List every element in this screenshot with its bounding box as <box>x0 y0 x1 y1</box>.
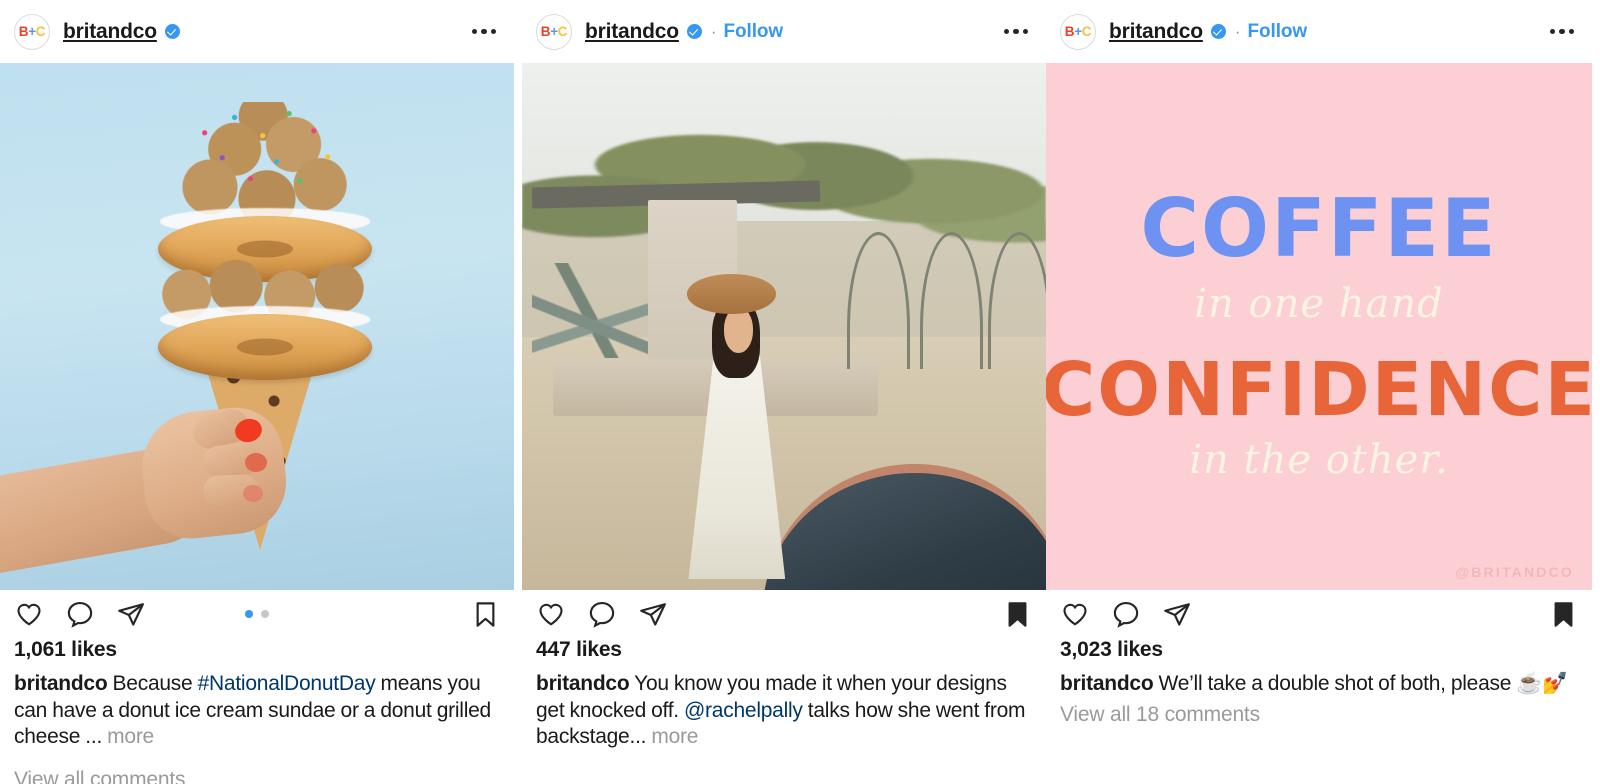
share-icon[interactable] <box>116 599 146 629</box>
avatar-logo-text: B+C <box>541 25 568 39</box>
post-username[interactable]: britandco <box>585 20 679 44</box>
post-caption: britandco You know you made it when your… <box>536 671 1032 751</box>
post-image[interactable] <box>522 63 1046 590</box>
avatar-plus: + <box>1074 23 1082 39</box>
caption-more-link[interactable]: more <box>651 725 698 748</box>
carousel-dot-active <box>245 610 253 618</box>
share-icon[interactable] <box>638 599 668 629</box>
post-header: B+C britandco · Follow <box>522 0 1046 63</box>
post-username[interactable]: britandco <box>1109 20 1203 44</box>
quote-line-confidence: CONFIDENCE <box>1046 346 1592 433</box>
post-actions-bar <box>1046 590 1592 638</box>
more-options-icon[interactable] <box>1549 28 1579 35</box>
post-header: B+C britandco <box>0 0 514 63</box>
avatar-logo-text: B+C <box>19 25 46 39</box>
post-card-donut: B+C britandco 1,061 likes britandco Beca… <box>0 0 514 784</box>
quote-line-in-one-hand: in one hand <box>1194 280 1444 327</box>
post-caption: britandco Because #NationalDonutDay mean… <box>14 671 500 751</box>
post-card-garden: B+C britandco · Follow 447 likes britand… <box>522 0 1046 784</box>
post-body: 3,023 likes britandco We’ll take a doubl… <box>1046 638 1592 727</box>
donut-hole <box>237 240 293 258</box>
hand-illustration <box>0 354 297 576</box>
bookmark-icon[interactable] <box>471 600 500 629</box>
avatar[interactable]: B+C <box>14 13 50 50</box>
view-comments-link[interactable]: View all 18 comments <box>1060 703 1578 727</box>
post-image[interactable] <box>0 63 514 590</box>
avatar-letter-b: B <box>540 23 551 39</box>
avatar-letter-b: B <box>1064 23 1075 39</box>
caption-username[interactable]: britandco <box>14 672 108 695</box>
separator-dot: · <box>710 22 717 41</box>
caption-text-pre: We’ll take a double shot of both, please… <box>1158 672 1569 695</box>
quote-line-coffee: COFFEE <box>1140 181 1498 275</box>
avatar-plus: + <box>550 23 558 39</box>
watermark-handle: @BRITANDCO <box>1455 564 1574 580</box>
caption-mention-link[interactable]: @rachelpally <box>684 699 803 722</box>
view-comments-link[interactable]: View all comments <box>14 768 500 784</box>
white-dress <box>688 356 786 580</box>
caption-username[interactable]: britandco <box>1060 672 1154 695</box>
post-body: 447 likes britandco You know you made it… <box>522 638 1046 751</box>
avatar-letter-c: C <box>35 23 46 39</box>
avatar[interactable]: B+C <box>536 13 572 50</box>
post-header: B+C britandco · Follow <box>1046 0 1592 63</box>
caption-text-pre: Because <box>112 672 198 695</box>
fingernail-red <box>243 485 263 502</box>
comment-icon[interactable] <box>587 599 617 629</box>
post-body: 1,061 likes britandco Because #NationalD… <box>0 638 514 784</box>
post-username[interactable]: britandco <box>63 20 157 44</box>
trees-region <box>522 73 1046 264</box>
avatar[interactable]: B+C <box>1060 13 1096 50</box>
comment-icon[interactable] <box>65 599 95 629</box>
avatar-logo-text: B+C <box>1065 25 1092 39</box>
panel-divider <box>514 0 522 784</box>
likes-count[interactable]: 447 likes <box>536 638 1032 662</box>
avatar-letter-c: C <box>1081 23 1092 39</box>
avatar-letter-c: C <box>557 23 568 39</box>
share-icon[interactable] <box>1162 599 1192 629</box>
caption-hashtag-link[interactable]: #NationalDonutDay <box>198 672 376 695</box>
separator-dot: · <box>1234 22 1241 41</box>
quote-line-in-the-other: in the other. <box>1189 436 1449 483</box>
more-options-icon[interactable] <box>1003 28 1033 35</box>
verified-badge-icon <box>1210 24 1226 39</box>
fingernail-red <box>245 453 267 472</box>
instagram-feed: B+C britandco 1,061 likes britandco Beca… <box>0 0 1600 784</box>
post-image[interactable]: COFFEE in one hand CONFIDENCE in the oth… <box>1046 63 1592 590</box>
verified-badge-icon <box>686 24 702 39</box>
carousel-dot <box>261 610 269 618</box>
likes-count[interactable]: 3,023 likes <box>1060 638 1578 662</box>
verified-badge-icon <box>164 24 180 39</box>
bookmark-icon-saved[interactable] <box>1003 600 1032 629</box>
follow-button[interactable]: Follow <box>1248 21 1308 43</box>
caption-username[interactable]: britandco <box>536 672 630 695</box>
avatar-plus: + <box>28 23 36 39</box>
heart-icon[interactable] <box>14 599 44 629</box>
avatar-letter-b: B <box>18 23 29 39</box>
post-actions-bar <box>522 590 1046 638</box>
sprinkles-decoration <box>180 104 356 201</box>
heart-icon[interactable] <box>536 599 566 629</box>
more-options-icon[interactable] <box>471 28 501 35</box>
tan-hat <box>686 273 777 314</box>
post-card-quote: B+C britandco · Follow COFFEE in one han… <box>1046 0 1592 784</box>
bookmark-icon-saved[interactable] <box>1549 600 1578 629</box>
post-caption: britandco We’ll take a double shot of bo… <box>1060 671 1578 698</box>
likes-count[interactable]: 1,061 likes <box>14 638 500 662</box>
follow-button[interactable]: Follow <box>724 21 784 43</box>
face-shape <box>723 307 753 354</box>
caption-more-link[interactable]: more <box>107 725 154 748</box>
heart-icon[interactable] <box>1060 599 1090 629</box>
comment-icon[interactable] <box>1111 599 1141 629</box>
woman-figure <box>686 273 786 580</box>
post-actions-bar <box>0 590 514 638</box>
